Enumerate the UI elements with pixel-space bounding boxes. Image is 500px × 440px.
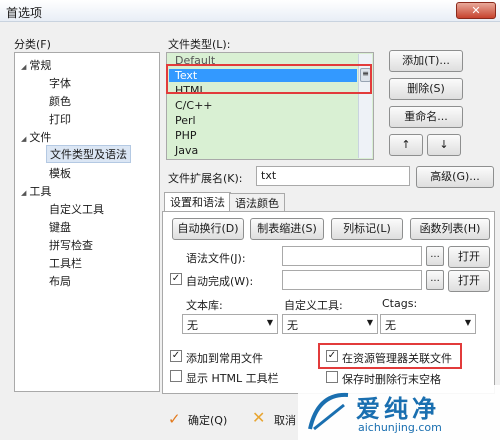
extension-label: 文件扩展名(K): (168, 172, 243, 185)
dropdown-arrow-icon: ▼ (464, 318, 471, 327)
tree-item-template[interactable]: 模板 (49, 165, 71, 181)
tree-item-print[interactable]: 打印 (49, 111, 71, 127)
add-button[interactable]: 添加(T)... (389, 50, 463, 72)
cancel-button[interactable]: 取消 (274, 412, 296, 428)
rename-button[interactable]: 重命名... (389, 106, 463, 128)
dropdown-arrow-icon: ▼ (266, 318, 273, 327)
tree-item-font[interactable]: 字体 (49, 75, 71, 91)
tab-syntax-colors[interactable]: 语法颜色 (229, 193, 285, 211)
move-up-button[interactable]: ↑ (389, 134, 423, 156)
list-item[interactable]: Perl (175, 114, 196, 127)
autocomplete-open-button[interactable]: 打开 (448, 270, 490, 292)
syntax-file-browse-button[interactable]: ... (426, 246, 444, 266)
custom-tool-select[interactable]: 无 ▼ (282, 314, 378, 334)
category-label: 分类(F) (14, 38, 51, 51)
category-tree[interactable]: ◢ 常规 字体 颜色 打印 ◢ 文件 文件类型及语法 模板 ◢ 工具 自定义工具 键盘… (14, 52, 160, 392)
add-to-common-checkbox[interactable]: ✓ (170, 350, 182, 362)
list-item[interactable]: C/C++ (175, 99, 213, 112)
syntax-file-input[interactable] (282, 246, 422, 266)
highlight-box (318, 343, 462, 369)
trim-on-save-checkbox[interactable] (326, 371, 338, 383)
tree-item-color[interactable]: 颜色 (49, 93, 71, 109)
list-item[interactable]: Java (175, 144, 198, 157)
function-list-button[interactable]: 函数列表(H) (410, 218, 490, 240)
autocomplete-label: 自动完成(W): (186, 275, 254, 288)
show-html-toolbar-checkbox[interactable] (170, 370, 182, 382)
watermark-brand: 爱纯净 (356, 395, 440, 423)
file-types-label: 文件类型(L): (168, 38, 231, 51)
watermark: 爱纯净 aichunjing.com (298, 385, 500, 440)
show-html-toolbar-label: 显示 HTML 工具栏 (186, 372, 279, 385)
tree-item-toolbar[interactable]: 工具栏 (49, 255, 82, 271)
extension-input[interactable]: txt (256, 166, 410, 186)
tree-item-file[interactable]: ◢ 文件 (21, 129, 51, 145)
syntax-file-label: 语法文件(J): (186, 252, 246, 265)
syntax-file-open-button[interactable]: 打开 (448, 246, 490, 268)
tree-item-custom-tools[interactable]: 自定义工具 (49, 201, 104, 217)
tree-item-spell-check[interactable]: 拼写检查 (49, 237, 93, 253)
window-title: 首选项 (6, 6, 43, 20)
expand-triangle-icon: ◢ (21, 63, 27, 71)
list-item[interactable]: PHP (175, 129, 197, 142)
highlight-box (166, 64, 372, 94)
delete-button[interactable]: 删除(S) (389, 78, 463, 100)
watermark-logo-icon (308, 392, 349, 431)
ctags-label: Ctags: (382, 297, 418, 310)
tab-settings-syntax[interactable]: 设置和语法 (164, 192, 231, 212)
library-select[interactable]: 无 ▼ (182, 314, 278, 334)
expand-triangle-icon: ◢ (21, 189, 27, 197)
add-to-common-label: 添加到常用文件 (186, 352, 263, 365)
tree-item-file-types[interactable]: 文件类型及语法 (46, 145, 131, 163)
ok-button[interactable]: 确定(Q) (188, 412, 227, 428)
tab-indent-button[interactable]: 制表缩进(S) (250, 218, 324, 240)
dropdown-arrow-icon: ▼ (366, 318, 373, 327)
close-button[interactable]: ✕ (456, 2, 496, 19)
cancel-x-icon: ✕ (252, 408, 266, 427)
expand-triangle-icon: ◢ (21, 135, 27, 143)
auto-wrap-button[interactable]: 自动换行(D) (172, 218, 244, 240)
tree-item-tools[interactable]: ◢ 工具 (21, 183, 51, 199)
autocomplete-checkbox[interactable]: ✓ (170, 273, 182, 285)
autocomplete-input[interactable] (282, 270, 422, 290)
ok-check-icon: ✓ (168, 410, 181, 428)
ctags-select[interactable]: 无 ▼ (380, 314, 476, 334)
title-bar: 首选项 ✕ (0, 0, 500, 22)
move-down-button[interactable]: ↓ (427, 134, 461, 156)
library-label: 文本库: (186, 299, 223, 312)
watermark-url: aichunjing.com (358, 421, 442, 434)
tree-item-layout[interactable]: 布局 (49, 273, 71, 289)
advanced-button[interactable]: 高级(G)... (416, 166, 494, 188)
tree-item-keyboard[interactable]: 键盘 (49, 219, 71, 235)
custom-tool-label: 自定义工具: (284, 299, 343, 312)
tree-item-general[interactable]: ◢ 常规 (21, 57, 51, 73)
column-mark-button[interactable]: 列标记(L) (331, 218, 403, 240)
autocomplete-browse-button[interactable]: ... (426, 270, 444, 290)
